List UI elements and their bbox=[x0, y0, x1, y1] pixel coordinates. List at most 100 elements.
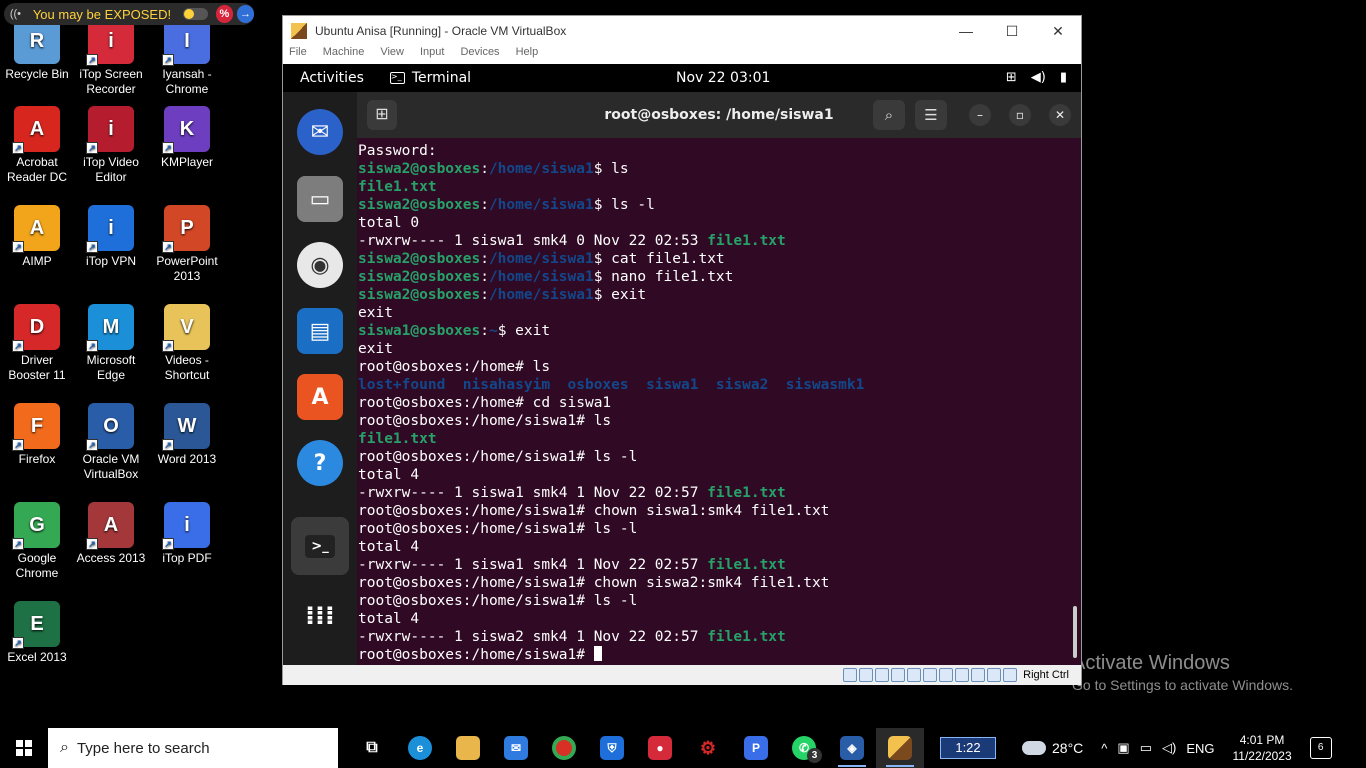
taskbar-whatsapp[interactable]: ✆ 3 bbox=[780, 728, 828, 768]
virtualbox-window[interactable]: Ubuntu Anisa [Running] - Oracle VM Virtu… bbox=[282, 15, 1082, 685]
taskbar-search[interactable]: ⌕ Type here to search bbox=[48, 728, 338, 768]
tray-vm-icon[interactable]: ▣ bbox=[1117, 740, 1129, 756]
terminal-line: exit bbox=[358, 340, 1072, 358]
shortcut-arrow-icon: ↗ bbox=[86, 241, 98, 253]
desktop-icon[interactable]: O ↗ Oracle VM VirtualBox bbox=[73, 403, 149, 482]
desktop-icon-label: Videos - Shortcut bbox=[164, 353, 210, 382]
taskbar-recorder[interactable]: ● bbox=[636, 728, 684, 768]
guest-screen[interactable]: Activities >_ Terminal Nov 22 03:01 ⊞ ◀)… bbox=[283, 64, 1081, 665]
battery-icon[interactable]: ▭ bbox=[1140, 740, 1152, 756]
help-icon[interactable]: ? bbox=[297, 440, 343, 486]
desktop-icon[interactable]: i ↗ iTop Screen Recorder bbox=[73, 18, 149, 97]
desktop-icon[interactable]: G ↗ Google Chrome bbox=[0, 502, 75, 581]
desktop-icon[interactable]: V ↗ Videos - Shortcut bbox=[149, 304, 225, 383]
language-indicator[interactable]: ENG bbox=[1186, 741, 1214, 756]
hdd-icon[interactable] bbox=[843, 668, 858, 682]
desktop-icon[interactable]: I ↗ Iyansah - Chrome bbox=[149, 18, 225, 97]
writer-icon[interactable]: ▤ bbox=[297, 308, 343, 354]
terminal-text: $ exit bbox=[497, 323, 551, 339]
activities-button[interactable]: Activities bbox=[300, 70, 364, 86]
desktop-icon[interactable]: i ↗ iTop Video Editor bbox=[73, 106, 149, 185]
task-view-button[interactable]: ⧉ bbox=[348, 728, 396, 768]
terminal-output[interactable]: Password: siswa2@osboxes:/home/siswa1$ ls… bbox=[357, 142, 1072, 664]
terminal-minimize-button[interactable]: – bbox=[969, 104, 991, 126]
gnome-tray[interactable]: ⊞ ◀) ▮ bbox=[1006, 70, 1067, 85]
taskbar-pdf[interactable]: P bbox=[732, 728, 780, 768]
taskbar-vm-window[interactable] bbox=[876, 728, 924, 768]
network-adapter-icon[interactable] bbox=[891, 668, 906, 682]
chevron-up-icon[interactable]: ^ bbox=[1101, 741, 1107, 756]
taskbar-mail[interactable]: ✉ bbox=[492, 728, 540, 768]
desktop-icon[interactable]: D ↗ Driver Booster 11 bbox=[0, 304, 75, 383]
shortcut-arrow-icon: ↗ bbox=[162, 54, 174, 66]
menu-machine[interactable]: Machine bbox=[323, 46, 365, 64]
menu-input[interactable]: Input bbox=[420, 46, 444, 64]
taskbar-edge[interactable]: e bbox=[396, 728, 444, 768]
menu-help[interactable]: Help bbox=[516, 46, 539, 64]
weather-widget[interactable]: 28°C bbox=[1022, 740, 1083, 756]
show-apps-icon[interactable]: ⁞⁞⁞ bbox=[297, 593, 343, 639]
desktop-icon[interactable]: A ↗ AIMP bbox=[0, 205, 75, 269]
desktop-icon[interactable]: K ↗ KMPlayer bbox=[149, 106, 225, 170]
desktop-icon[interactable]: R Recycle Bin bbox=[0, 18, 75, 82]
menu-button[interactable]: ☰ bbox=[915, 100, 947, 130]
taskbar-explorer[interactable] bbox=[444, 728, 492, 768]
cloud-icon bbox=[1022, 741, 1046, 755]
thunderbird-icon[interactable]: ✉ bbox=[297, 109, 343, 155]
menu-view[interactable]: View bbox=[380, 46, 404, 64]
virtualbox-icon: O ↗ bbox=[86, 403, 134, 451]
keyboard-capture-icon[interactable] bbox=[1003, 668, 1018, 682]
cpu-icon[interactable] bbox=[971, 668, 986, 682]
recording-icon[interactable] bbox=[955, 668, 970, 682]
edge-icon: e bbox=[408, 736, 432, 760]
desktop-icon[interactable]: E ↗ Excel 2013 bbox=[0, 601, 75, 665]
terminal-scrollbar[interactable] bbox=[1073, 606, 1077, 658]
gnome-clock[interactable]: Nov 22 03:01 bbox=[676, 70, 770, 86]
optical-icon[interactable] bbox=[859, 668, 874, 682]
shared-folder-icon[interactable] bbox=[923, 668, 938, 682]
taskbar-driver-booster[interactable]: ⚙ bbox=[684, 728, 732, 768]
desktop-icon[interactable]: A ↗ Acrobat Reader DC bbox=[0, 106, 75, 185]
desktop-icon[interactable]: A ↗ Access 2013 bbox=[73, 502, 149, 566]
audio-icon[interactable] bbox=[875, 668, 890, 682]
start-button[interactable] bbox=[0, 728, 48, 768]
close-button[interactable]: ✕ bbox=[1035, 16, 1081, 46]
vbox-titlebar[interactable]: Ubuntu Anisa [Running] - Oracle VM Virtu… bbox=[283, 16, 1081, 46]
terminal-maximize-button[interactable]: ▫ bbox=[1009, 104, 1031, 126]
desktop-icon[interactable]: F ↗ Firefox bbox=[0, 403, 75, 467]
speaker-icon[interactable]: ◁) bbox=[1162, 740, 1176, 756]
terminal-text: -rwxrw---- 1 siswa2 smk4 1 Nov 22 02:57 bbox=[358, 629, 708, 645]
terminal-window[interactable]: ⊞ root@osboxes: /home/siswa1 ⌕ ☰ – ▫ ✕ P… bbox=[357, 92, 1081, 665]
maximize-button[interactable]: ☐ bbox=[989, 16, 1035, 46]
display-icon[interactable] bbox=[939, 668, 954, 682]
vpn-toggle[interactable] bbox=[183, 8, 208, 20]
software-icon[interactable]: A bbox=[297, 374, 343, 420]
files-icon[interactable]: ▭ bbox=[297, 176, 343, 222]
rhythmbox-icon[interactable]: ◉ bbox=[297, 242, 343, 288]
taskbar-vpn[interactable]: ⛨ bbox=[588, 728, 636, 768]
taskbar-virtualbox[interactable]: ◈ bbox=[828, 728, 876, 768]
percent-icon[interactable]: % bbox=[215, 5, 233, 23]
minimize-button[interactable]: — bbox=[943, 16, 989, 46]
taskbar-clock[interactable]: 4:01 PM 11/22/2023 bbox=[1232, 732, 1291, 764]
exposed-banner[interactable]: ((• You may be EXPOSED! % → bbox=[4, 3, 254, 25]
menu-devices[interactable]: Devices bbox=[460, 46, 499, 64]
app-menu[interactable]: >_ Terminal bbox=[389, 70, 471, 86]
chrome-icon bbox=[552, 736, 576, 760]
desktop-icon[interactable]: P ↗ PowerPoint 2013 bbox=[149, 205, 225, 284]
desktop-icon[interactable]: i ↗ iTop VPN bbox=[73, 205, 149, 269]
desktop-icon[interactable]: M ↗ Microsoft Edge bbox=[73, 304, 149, 383]
terminal-dock-icon[interactable]: >_ bbox=[291, 517, 349, 575]
notification-center-button[interactable]: 6 bbox=[1309, 737, 1332, 759]
terminal-text: : bbox=[480, 269, 489, 285]
terminal-close-button[interactable]: ✕ bbox=[1049, 104, 1071, 126]
arrow-right-icon[interactable]: → bbox=[236, 5, 254, 23]
taskbar-chrome[interactable] bbox=[540, 728, 588, 768]
taskbar-widget[interactable]: 1:22 bbox=[940, 737, 996, 759]
menu-file[interactable]: File bbox=[289, 46, 307, 64]
mouse-integration-icon[interactable] bbox=[987, 668, 1002, 682]
usb-icon[interactable] bbox=[907, 668, 922, 682]
desktop-icon[interactable]: i ↗ iTop PDF bbox=[149, 502, 225, 566]
search-button[interactable]: ⌕ bbox=[873, 100, 905, 130]
desktop-icon[interactable]: W ↗ Word 2013 bbox=[149, 403, 225, 467]
